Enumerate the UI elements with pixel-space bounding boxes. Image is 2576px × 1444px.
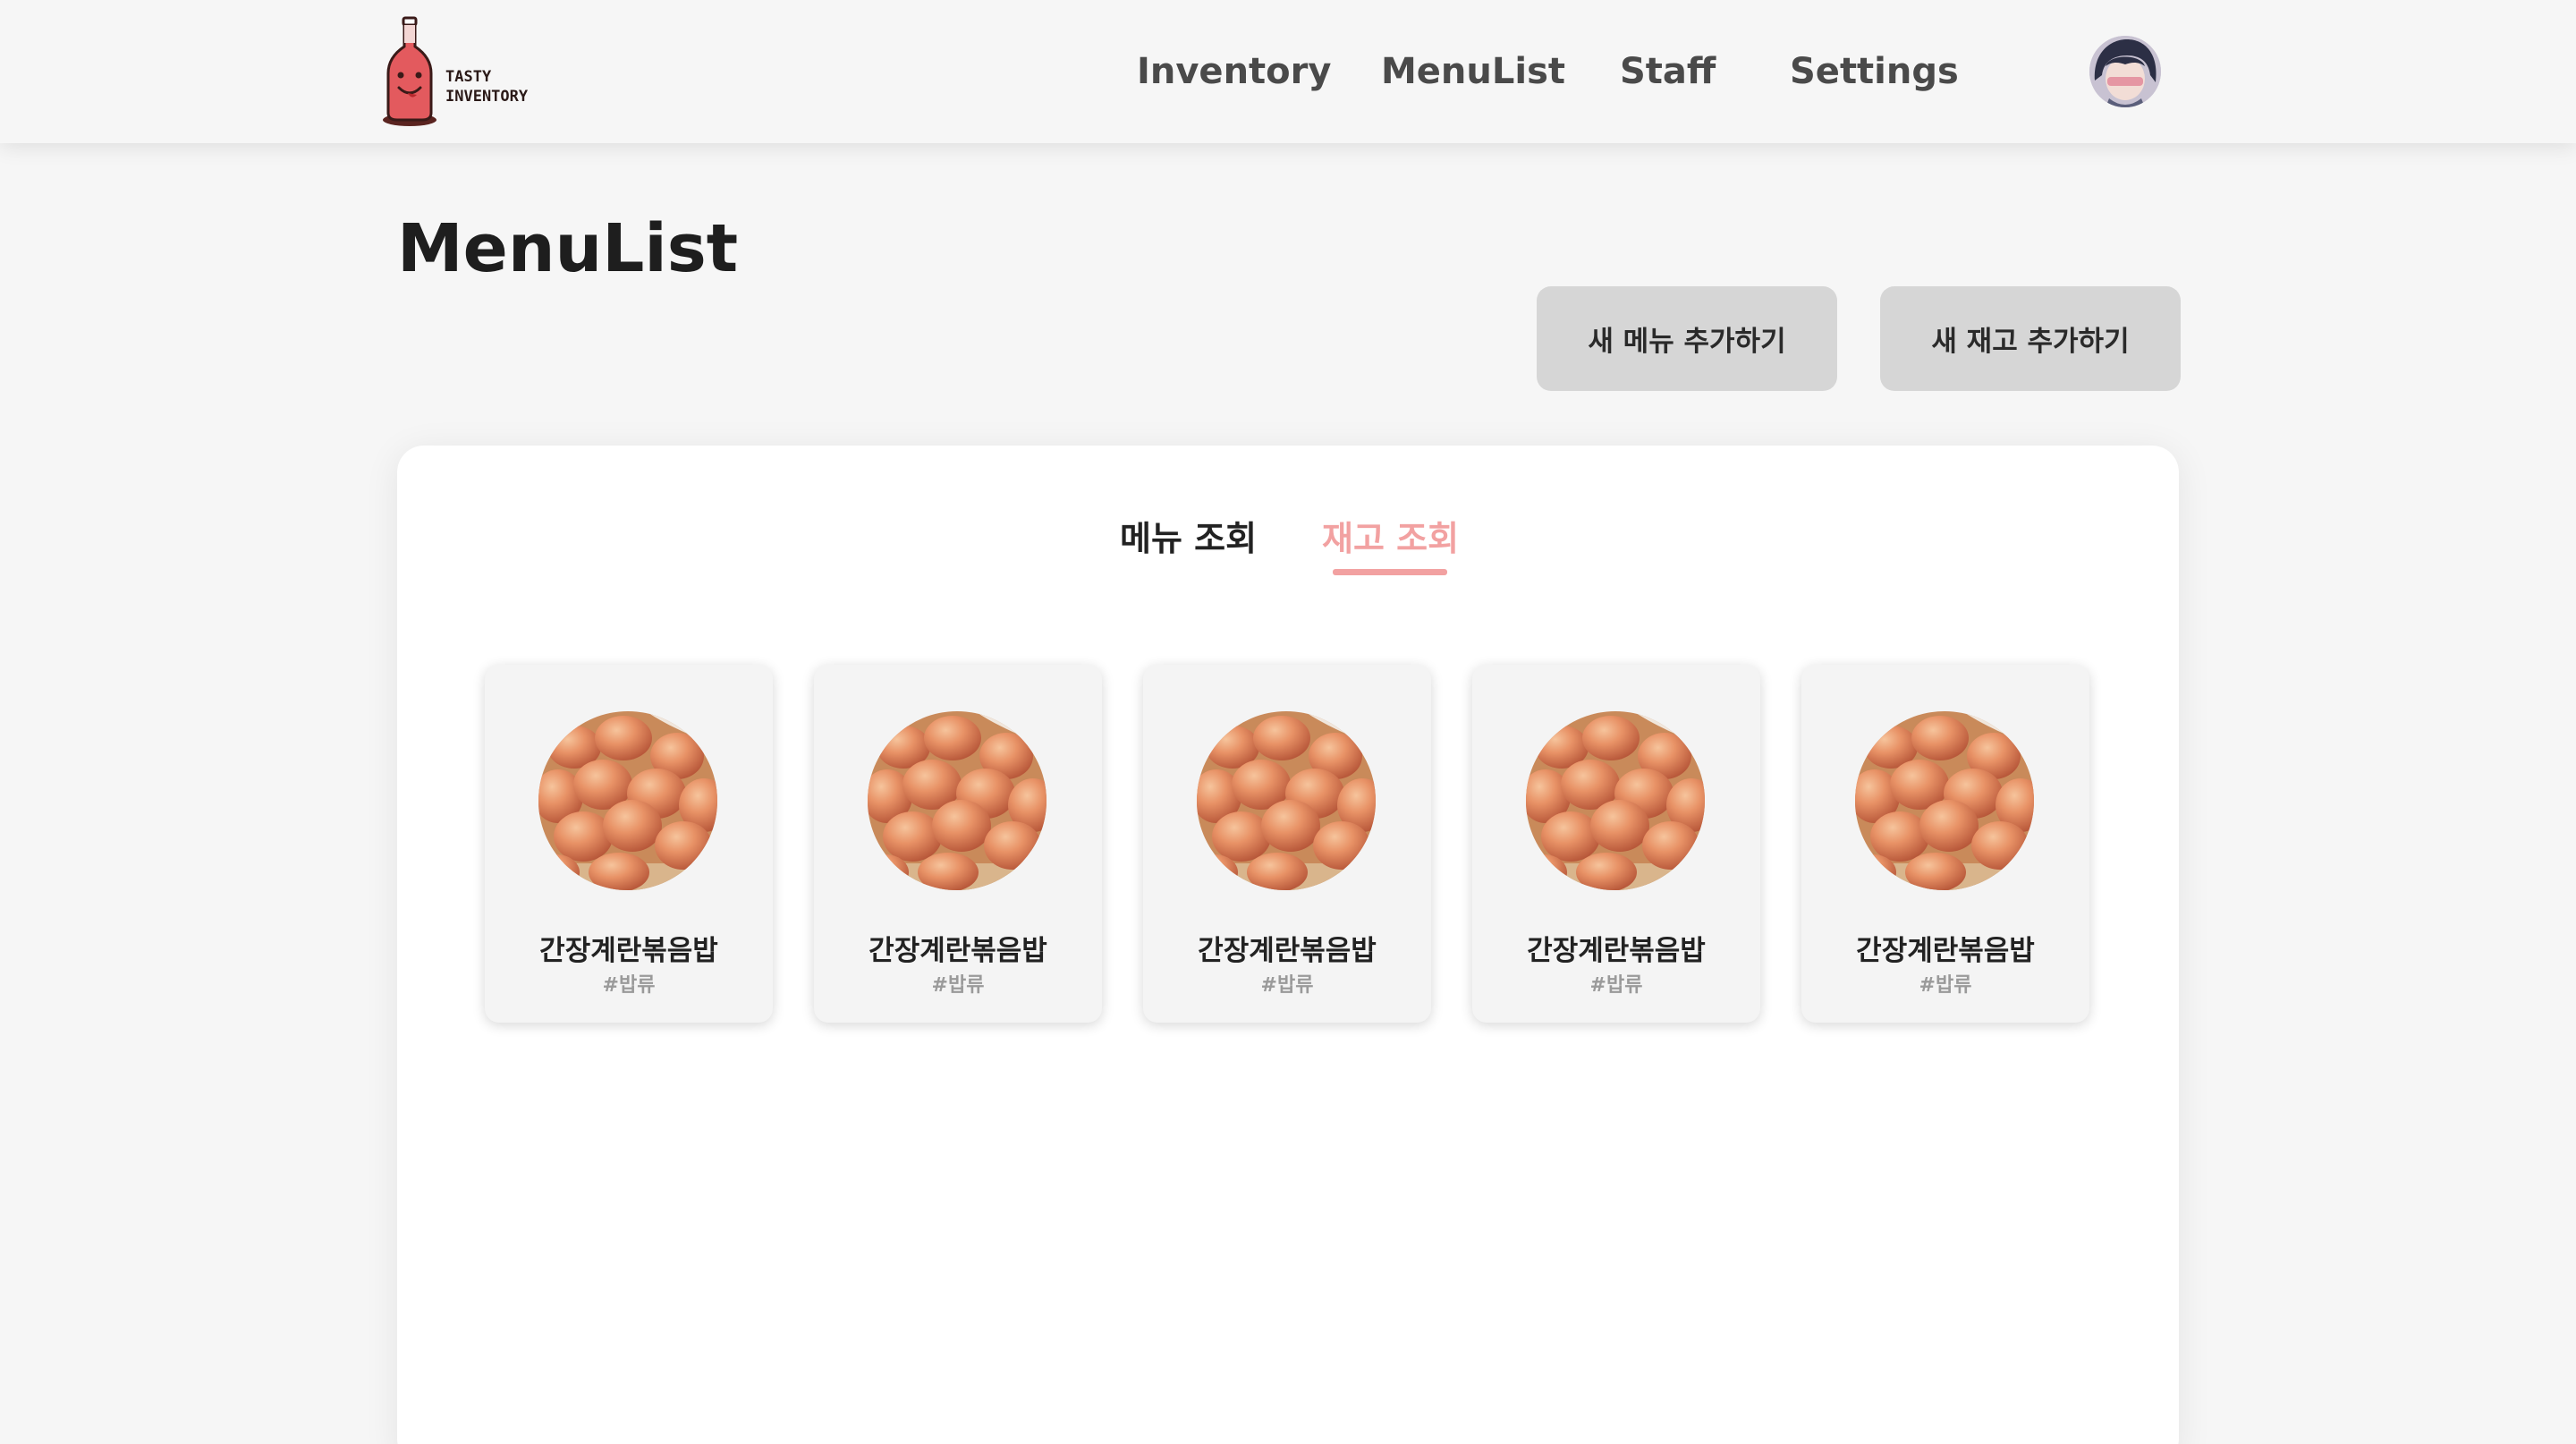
user-avatar[interactable] [2089,36,2161,107]
menu-card-name: 간장계란볶음밥 [1198,935,1377,967]
eggs-photo [1855,711,2034,890]
nav-item-inventory[interactable]: Inventory [1137,47,1331,97]
tab-menu-view[interactable]: 메뉴 조회 [1120,515,1257,562]
menu-card[interactable]: 간장계란볶음밥 #밥류 [1143,665,1431,1023]
add-menu-button[interactable]: 새 메뉴 추가하기 [1537,286,1837,391]
menu-card-name: 간장계란볶음밥 [1527,935,1706,967]
eggs-photo [868,711,1046,890]
active-tab-indicator [1333,569,1447,575]
menu-card-tag: #밥류 [931,974,985,997]
add-stock-button[interactable]: 새 재고 추가하기 [1880,286,2181,391]
menu-card[interactable]: 간장계란볶음밥 #밥류 [485,665,773,1023]
logo-line-1: TASTY [445,68,492,86]
menu-card-name: 간장계란볶음밥 [539,935,718,967]
avatar-icon [2089,36,2161,107]
menu-card[interactable]: 간장계란볶음밥 #밥류 [1801,665,2089,1023]
menu-card-name: 간장계란볶음밥 [1856,935,2035,967]
nav-item-menulist[interactable]: MenuList [1381,47,1565,97]
menu-card-tag: #밥류 [602,974,656,997]
logo-text: TASTY INVENTORY [445,67,528,106]
menu-card-tag: #밥류 [1919,974,1972,997]
eggs-photo [538,711,717,890]
eggs-photo [1197,711,1376,890]
eggs-photo [1526,711,1705,890]
bottle-logo-icon [383,16,436,126]
menu-panel: 메뉴 조회 재고 조회 간장계란볶음밥 #밥류 간장계란볶음밥 #밥류 간장계란… [397,446,2179,1444]
menu-card[interactable]: 간장계란볶음밥 #밥류 [1472,665,1760,1023]
top-nav-bar: TASTY INVENTORY Inventory MenuList Staff… [0,0,2576,143]
menu-card-tag: #밥류 [1589,974,1643,997]
menu-card-tag: #밥류 [1260,974,1314,997]
logo-line-2: INVENTORY [445,88,529,106]
nav-item-settings[interactable]: Settings [1790,47,1959,97]
tab-stock-view[interactable]: 재고 조회 [1322,515,1459,562]
nav-item-staff[interactable]: Staff [1620,47,1716,97]
logo[interactable]: TASTY INVENTORY [381,16,533,127]
menu-card-name: 간장계란볶음밥 [869,935,1047,967]
menu-card[interactable]: 간장계란볶음밥 #밥류 [814,665,1102,1023]
page-title: MenuList [397,210,739,287]
